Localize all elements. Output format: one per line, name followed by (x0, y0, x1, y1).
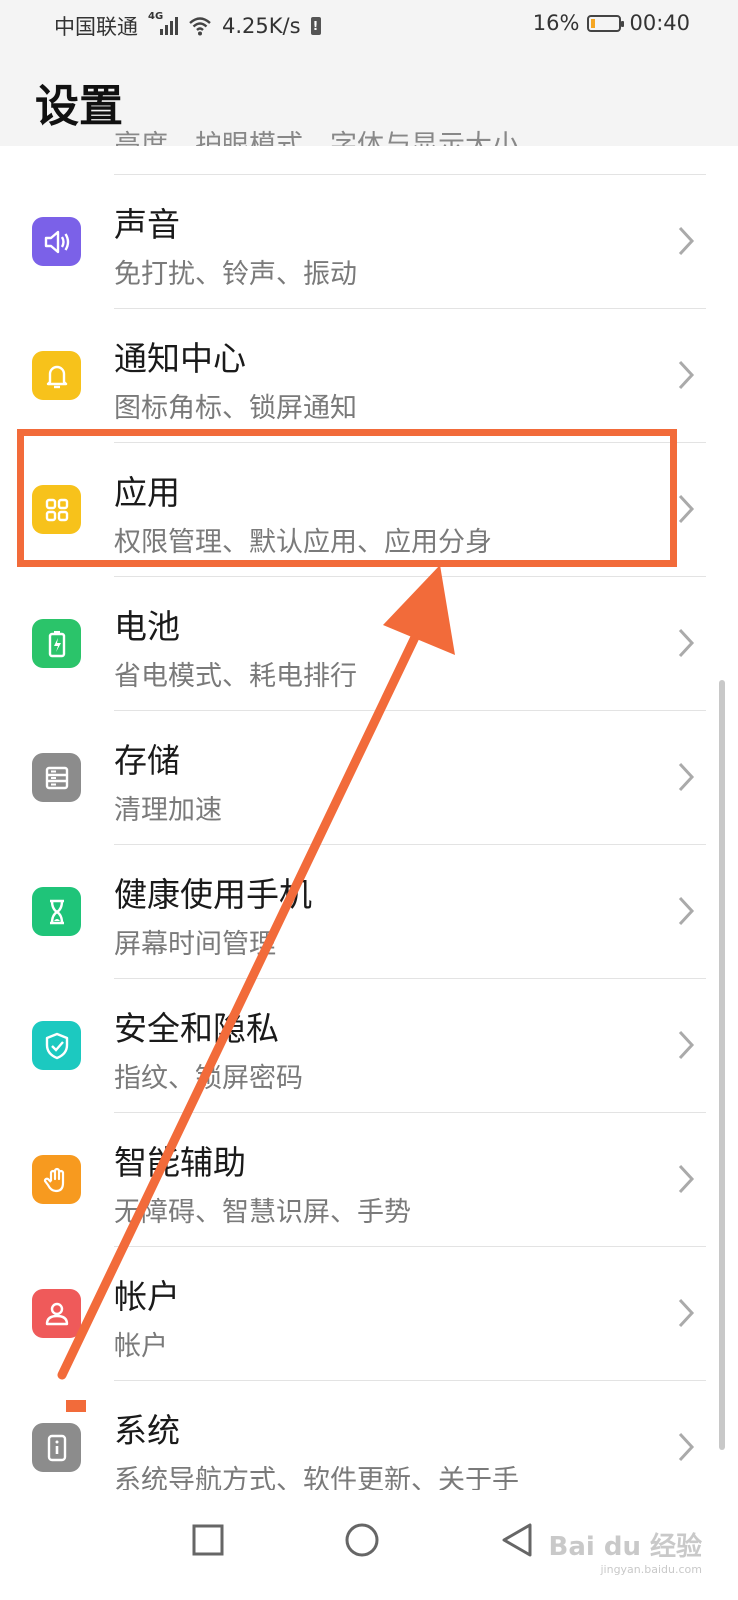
settings-item-subtitle: 免打扰、铃声、振动 (114, 259, 357, 290)
navigation-bar: Bai du 经验 jingyan.baidu.com (0, 1490, 738, 1600)
carrier-label: 中国联通 (54, 15, 138, 39)
shield-icon (32, 1021, 81, 1070)
settings-item-title: 智能辅助 (114, 1143, 246, 1182)
recent-apps-button[interactable] (178, 1510, 238, 1570)
battery-alert-icon: ! (310, 17, 321, 35)
settings-item-subtitle: 屏幕时间管理 (114, 929, 276, 960)
watermark: Bai du 经验 jingyan.baidu.com (549, 1526, 703, 1576)
network-type-label: 4G (148, 11, 164, 22)
settings-item-title: 帐户 (114, 1277, 180, 1316)
battery-percent-label: 16% (532, 11, 580, 35)
watermark-url: jingyan.baidu.com (600, 1563, 702, 1576)
settings-item-title: 系统 (114, 1411, 180, 1450)
divider (114, 576, 706, 577)
chevron-right-icon (678, 1164, 695, 1194)
settings-item-subtitle: 指纹、锁屏密码 (114, 1063, 303, 1094)
chevron-right-icon (678, 1298, 695, 1328)
speaker-icon (32, 217, 81, 266)
hand-icon (32, 1155, 81, 1204)
settings-list: 声音 免打扰、铃声、振动 通知中心 图标角标、锁屏通知 应用 权限管理、默认应用、应用分身… (0, 174, 738, 1514)
signal-icon: 4G (148, 11, 178, 35)
storage-icon (32, 753, 81, 802)
square-icon (192, 1524, 224, 1556)
scrollbar[interactable] (719, 680, 725, 1450)
highlight-box (17, 429, 677, 567)
chevron-right-icon (678, 494, 695, 524)
divider (114, 174, 706, 175)
divider (114, 844, 706, 845)
clock-label: 00:40 (629, 11, 690, 35)
chevron-right-icon (678, 360, 695, 390)
chevron-right-icon (678, 1030, 695, 1060)
hourglass-icon (32, 887, 81, 936)
settings-item[interactable]: 帐户 帐户 (0, 1246, 738, 1380)
network-speed-label: 4.25K/s (222, 14, 301, 38)
settings-item[interactable]: 通知中心图标角标、锁屏通知 (0, 308, 738, 442)
divider (114, 1112, 706, 1113)
settings-item[interactable]: 声音免打扰、铃声、振动 (0, 174, 738, 308)
phone-info-icon (32, 1423, 81, 1472)
triangle-back-icon (502, 1523, 532, 1557)
settings-item[interactable]: 智能辅助无障碍、智慧识屏、手势 (0, 1112, 738, 1246)
chevron-right-icon (678, 896, 695, 926)
divider (114, 308, 706, 309)
settings-item-title: 安全和隐私 (114, 1009, 279, 1048)
home-button[interactable] (332, 1510, 392, 1570)
settings-item-title: 存储 (114, 741, 180, 780)
settings-item-title: 电池 (114, 607, 180, 646)
settings-item[interactable]: 存储 清理加速 (0, 710, 738, 844)
page-title: 设置 (35, 81, 123, 132)
partial-previous-subtitle: 亮度、护眼模式、字体与显示大小 (114, 130, 519, 146)
settings-item-subtitle: 图标角标、锁屏通知 (114, 393, 357, 424)
circle-icon (345, 1523, 379, 1557)
status-right: 16% 00:40 (533, 11, 690, 35)
settings-item[interactable]: 安全和隐私指纹、锁屏密码 (0, 978, 738, 1112)
settings-item-title: 通知中心 (114, 339, 246, 378)
settings-item-subtitle: 帐户 (114, 1331, 168, 1362)
status-bar: 中国联通 4G 4.25K/s ! 16% 00:40 (0, 0, 738, 50)
settings-item[interactable]: 健康使用手机屏幕时间管理 (0, 844, 738, 978)
divider (114, 1246, 706, 1247)
bell-icon (32, 351, 81, 400)
settings-item-subtitle: 省电模式、耗电排行 (114, 661, 357, 692)
chevron-right-icon (678, 226, 695, 256)
battery-icon (32, 619, 81, 668)
settings-item-subtitle: 无障碍、智慧识屏、手势 (114, 1197, 411, 1228)
account-icon (32, 1289, 81, 1338)
divider (114, 978, 706, 979)
settings-item[interactable]: 电池省电模式、耗电排行 (0, 576, 738, 710)
wifi-icon (189, 17, 211, 36)
chevron-right-icon (678, 1432, 695, 1462)
settings-item-subtitle: 清理加速 (114, 795, 222, 826)
settings-item-title: 健康使用手机 (114, 875, 312, 914)
divider (114, 710, 706, 711)
chevron-right-icon (678, 762, 695, 792)
status-left: 中国联通 4G 4.25K/s ! (54, 11, 321, 41)
watermark-text: Bai du 经验 (548, 1532, 703, 1562)
back-button[interactable] (487, 1510, 547, 1570)
settings-item-title: 声音 (114, 205, 180, 244)
battery-icon (587, 14, 625, 32)
divider (114, 1380, 706, 1381)
chevron-right-icon (678, 628, 695, 658)
